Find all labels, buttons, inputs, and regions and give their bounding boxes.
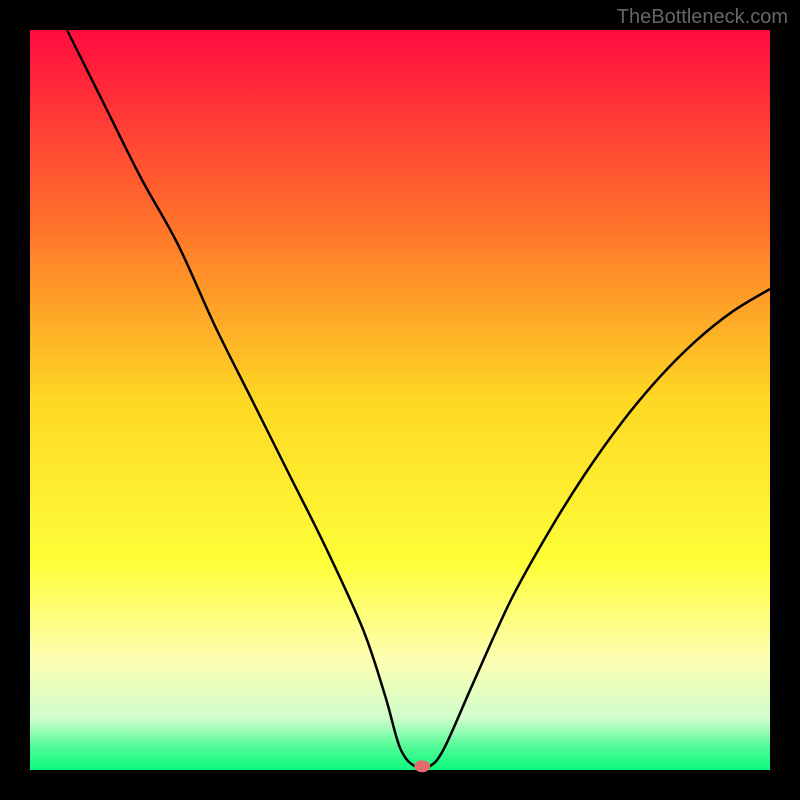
- bottleneck-chart: [0, 0, 800, 800]
- chart-container: TheBottleneck.com: [0, 0, 800, 800]
- minimum-marker: [414, 760, 430, 772]
- plot-background: [30, 30, 770, 770]
- attribution-text: TheBottleneck.com: [617, 6, 788, 29]
